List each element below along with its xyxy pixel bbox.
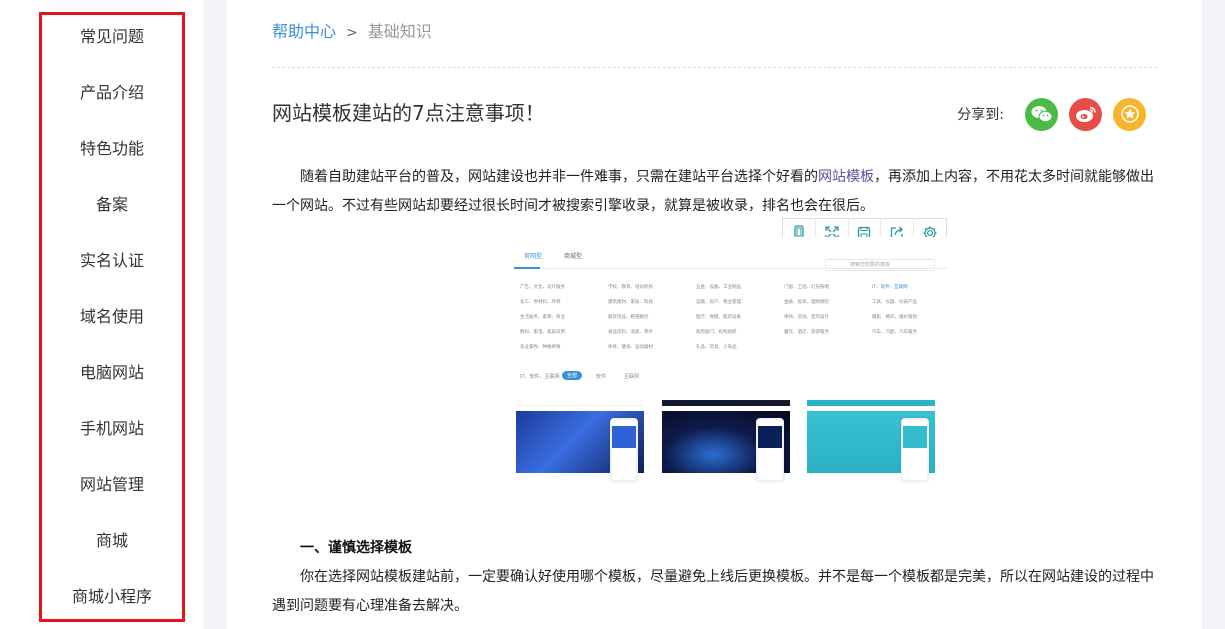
- article-panel: 帮助中心 > 基础知识 网站模板建站的7点注意事项！ 分享到: 随着自助建站平台…: [227, 0, 1202, 629]
- image-category: 工具、仪器、仪表产品: [872, 300, 917, 305]
- template-thumbnail: [662, 400, 790, 488]
- image-category: 学校、教育、培训机构: [608, 285, 653, 290]
- image-category: 广告、文化、设计服务: [520, 285, 565, 290]
- image-filter-chip: IT、软件、互联网: [520, 374, 560, 380]
- image-category: 农业畜牧、种植养殖: [520, 345, 561, 350]
- image-category: 餐饮、酒店、旅游服务: [784, 330, 829, 335]
- sidebar-item-features[interactable]: 特色功能: [42, 121, 182, 177]
- image-category: 建筑建材、家居、科技: [608, 300, 653, 305]
- image-category: 数码、家电、家居日用: [520, 330, 565, 335]
- breadcrumb-home-link[interactable]: 帮助中心: [272, 22, 336, 41]
- image-search-box: 搜索您想要的模板: [825, 259, 935, 271]
- image-category: 医疗、保健、医药设备: [696, 315, 741, 320]
- breadcrumb: 帮助中心 > 基础知识: [272, 20, 432, 45]
- image-tab-mall: 商城型: [564, 253, 583, 260]
- sidebar-item-product-intro[interactable]: 产品介绍: [42, 65, 182, 121]
- sidebar-item-domain[interactable]: 域名使用: [42, 289, 182, 345]
- image-category: 体育、健身、运动器材: [608, 345, 653, 350]
- sidebar-menu: 常见问题 产品介绍 特色功能 备案 实名认证 域名使用 电脑网站 手机网站 网站…: [39, 12, 185, 622]
- image-category: 化工、原材料、环保: [520, 300, 561, 305]
- image-category: 门窗、卫浴、灯光照明: [784, 285, 829, 290]
- intro-paragraph: 随着自助建站平台的普及，网站建设也并非一件难事，只需在建站平台选择个好看的网站模…: [272, 163, 1157, 221]
- weibo-icon: [1075, 106, 1096, 122]
- breadcrumb-separator: >: [346, 25, 358, 41]
- sidebar-item-mobile-site[interactable]: 手机网站: [42, 401, 182, 457]
- breadcrumb-current[interactable]: 基础知识: [368, 22, 432, 41]
- template-thumbnail: [807, 400, 935, 488]
- article-title: 网站模板建站的7点注意事项！: [272, 101, 545, 125]
- thumbnail-navbar: [516, 400, 644, 406]
- sidebar-item-real-name[interactable]: 实名认证: [42, 233, 182, 289]
- image-filter-row: IT、软件、互联网 全部 软件 互联网: [514, 371, 714, 385]
- sidebar-item-mall-miniprogram[interactable]: 商城小程序: [42, 569, 182, 625]
- image-category: 律师、咨询、室内设计: [784, 315, 829, 320]
- share-bar: 分享到:: [957, 97, 1146, 131]
- thumbnail-phone: [756, 418, 784, 482]
- share-favorite-button[interactable]: [1113, 97, 1146, 131]
- sidebar: 常见问题 产品介绍 特色功能 备案 实名认证 域名使用 电脑网站 手机网站 网站…: [0, 0, 203, 629]
- section-paragraph: 你在选择网站模板建站前，一定要确认好使用哪个模板，尽量避免上线后更换模板。并不是…: [272, 569, 1154, 614]
- image-category: 运输、房产、物业管理: [696, 300, 741, 305]
- image-category: IT、软件、互联网: [872, 285, 908, 290]
- sidebar-item-pc-site[interactable]: 电脑网站: [42, 345, 182, 401]
- section-heading: 一、谨慎选择模板: [300, 540, 412, 556]
- image-category: 服装饰品、鞋帽箱包: [608, 315, 649, 320]
- image-category: 政府部门、机构组织: [696, 330, 737, 335]
- image-tab-underline: [514, 267, 540, 269]
- thumbnail-navbar: [662, 400, 790, 406]
- article-image: 官网型 商城型 搜索您想要的模板 广告、文化、设计服务 学校、教育、培训机构 五…: [514, 237, 947, 495]
- image-filter-chip: 软件: [596, 374, 607, 380]
- sidebar-item-icp-filing[interactable]: 备案: [42, 177, 182, 233]
- website-template-link[interactable]: 网站模板: [818, 169, 874, 185]
- thumbnail-navbar: [807, 400, 935, 406]
- thumbnail-phone: [901, 418, 929, 482]
- share-weibo-button[interactable]: [1069, 97, 1102, 131]
- image-category: 汽车、汽配、汽车服务: [872, 330, 917, 335]
- wechat-icon: [1031, 106, 1052, 123]
- share-wechat-button[interactable]: [1025, 97, 1058, 131]
- image-category: 金融、投资、理财保险: [784, 300, 829, 305]
- star-icon: [1120, 105, 1139, 123]
- template-thumbnail: [516, 400, 644, 488]
- image-category: 食品饮料、酒类、茶叶: [608, 330, 653, 335]
- image-category: 礼品、玩具、小商品: [696, 345, 737, 350]
- image-tabs: 官网型 商城型 搜索您想要的模板: [514, 247, 947, 271]
- image-filter-chip: 互联网: [624, 374, 640, 380]
- sidebar-item-site-management[interactable]: 网站管理: [42, 457, 182, 513]
- intro-text-before: 随着自助建站平台的普及，网站建设也并非一件难事，只需在建站平台选择个好看的: [300, 169, 818, 185]
- image-filter-chip-active: 全部: [562, 371, 583, 380]
- sidebar-item-faq[interactable]: 常见问题: [42, 9, 182, 65]
- image-category: 摄影、婚庆、婚纱策划: [872, 315, 917, 320]
- sidebar-item-mall[interactable]: 商城: [42, 513, 182, 569]
- image-category: 五金、设备、工业制品: [696, 285, 741, 290]
- image-category: 生活服务、家政、商业: [520, 315, 565, 320]
- thumbnail-phone: [610, 418, 638, 482]
- image-tab-official: 官网型: [524, 253, 543, 260]
- divider: [272, 67, 1157, 68]
- share-label: 分享到:: [957, 107, 1004, 123]
